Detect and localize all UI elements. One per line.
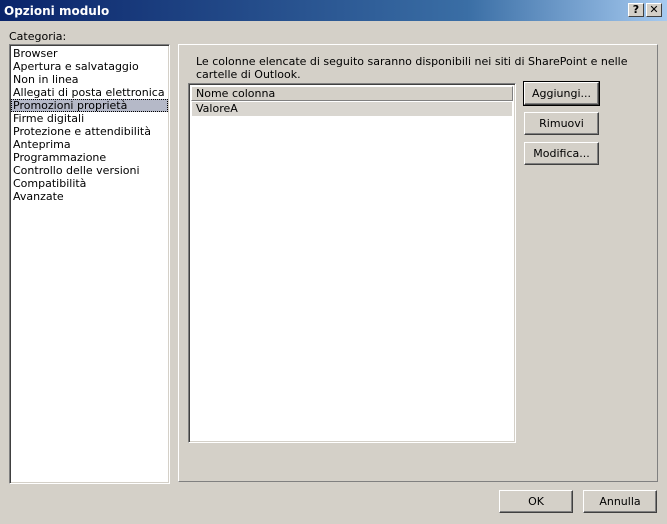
panel-description: Le colonne elencate di seguito saranno d… bbox=[196, 55, 628, 81]
category-item-digital-signatures[interactable]: Firme digitali bbox=[11, 112, 168, 125]
help-button[interactable]: ? bbox=[628, 3, 644, 17]
options-dialog: Opzioni modulo ? ✕ Categoria: Browser Ap… bbox=[0, 0, 667, 524]
edit-button[interactable]: Modifica... bbox=[524, 142, 599, 165]
category-list[interactable]: Browser Apertura e salvataggio Non in li… bbox=[9, 44, 170, 484]
category-item-programming[interactable]: Programmazione bbox=[11, 151, 168, 164]
category-item-versioning[interactable]: Controllo delle versioni bbox=[11, 164, 168, 177]
category-item-compatibility[interactable]: Compatibilità bbox=[11, 177, 168, 190]
category-item-advanced[interactable]: Avanzate bbox=[11, 190, 168, 203]
category-item-property-promotion[interactable]: Promozioni proprietà bbox=[11, 99, 168, 112]
category-item-offline[interactable]: Non in linea bbox=[11, 73, 168, 86]
columns-list[interactable]: Nome colonna ValoreA bbox=[188, 83, 516, 443]
remove-button[interactable]: Rimuovi bbox=[524, 112, 599, 135]
category-item-open-save[interactable]: Apertura e salvataggio bbox=[11, 60, 168, 73]
category-item-email-attachments[interactable]: Allegati di posta elettronica bbox=[11, 86, 168, 99]
category-item-browser[interactable]: Browser bbox=[11, 47, 168, 60]
list-item[interactable]: ValoreA bbox=[192, 102, 512, 116]
close-button[interactable]: ✕ bbox=[646, 3, 662, 17]
column-name-header[interactable]: Nome colonna bbox=[191, 86, 513, 101]
cancel-button[interactable]: Annulla bbox=[583, 490, 657, 513]
add-button[interactable]: Aggiungi... bbox=[523, 81, 600, 106]
title-bar[interactable]: Opzioni modulo ? ✕ bbox=[0, 0, 667, 21]
category-item-security-trust[interactable]: Protezione e attendibilità bbox=[11, 125, 168, 138]
category-item-preview[interactable]: Anteprima bbox=[11, 138, 168, 151]
window-title: Opzioni modulo bbox=[4, 4, 110, 18]
category-label: Categoria: bbox=[9, 30, 67, 43]
ok-button[interactable]: OK bbox=[499, 490, 573, 513]
